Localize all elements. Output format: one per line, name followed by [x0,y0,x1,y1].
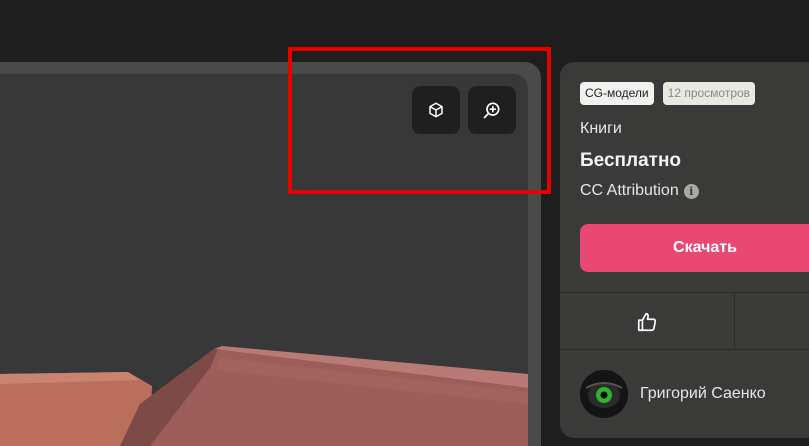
cube-icon [429,102,443,118]
info-icon[interactable]: i [683,183,699,199]
author-row[interactable]: Григорий Саенко [580,370,766,418]
views-badge: 12 просмотров [662,82,756,105]
thumbs-up-icon [637,312,657,331]
avatar[interactable] [580,370,628,418]
license-label: CC Attribution [580,182,679,199]
like-button[interactable] [560,293,735,350]
zoom-button[interactable] [468,86,516,134]
download-button[interactable]: Скачать [580,224,809,272]
author-name[interactable]: Григорий Саенко [640,385,766,403]
category-tag[interactable]: CG-модели [580,82,654,105]
model-sidebar: CG-модели 12 просмотров Книги Бесплатно … [560,62,809,438]
tag-row: CG-модели 12 просмотров [580,82,756,105]
zoom-in-icon [483,102,500,119]
price-label: Бесплатно [580,150,682,171]
view-3d-button[interactable] [412,86,460,134]
license-row: CC Attribution i [580,182,699,200]
action-row [560,292,809,350]
model-category: Книги [580,120,622,137]
